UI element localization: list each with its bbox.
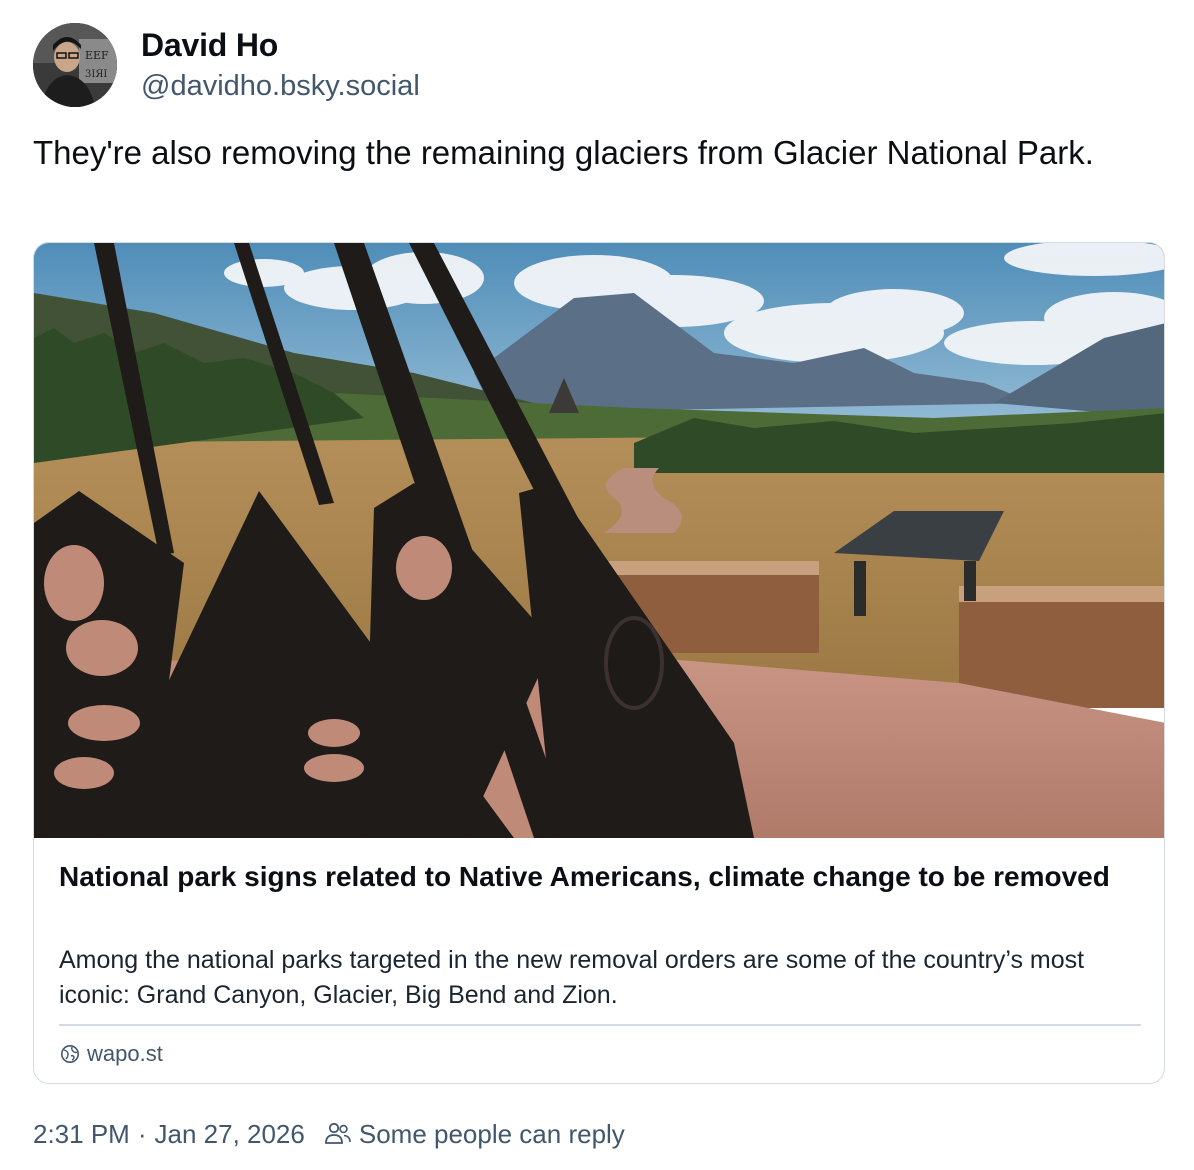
link-card-domain-text: wapo.st	[87, 1041, 163, 1066]
svg-text:EEF: EEF	[85, 49, 109, 62]
post: EEF 3IЯI David Ho @davidho.bsky.social T…	[0, 0, 1194, 1170]
people-icon	[323, 1119, 353, 1149]
post-meta: 2:31 PM · Jan 27, 2026 Some people can r…	[33, 1117, 625, 1151]
reply-setting[interactable]: Some people can reply	[359, 1119, 625, 1150]
post-time[interactable]: 2:31 PM	[33, 1119, 130, 1150]
meta-separator: ·	[137, 1118, 147, 1149]
link-card-domain[interactable]: wapo.st	[60, 1041, 163, 1067]
globe-icon	[60, 1044, 80, 1064]
post-date[interactable]: Jan 27, 2026	[155, 1119, 305, 1150]
svg-text:3IЯI: 3IЯI	[85, 69, 107, 80]
avatar-image: EEF 3IЯI	[33, 23, 117, 107]
link-card-title[interactable]: National park signs related to Native Am…	[59, 857, 1139, 897]
post-text: They're also removing the remaining glac…	[33, 134, 1094, 171]
link-card-image	[34, 243, 1164, 838]
author-handle[interactable]: @davidho.bsky.social	[141, 70, 420, 103]
author-name[interactable]: David Ho	[141, 27, 278, 64]
link-card[interactable]: National park signs related to Native Am…	[33, 242, 1165, 1084]
link-card-description: Among the national parks targeted in the…	[59, 946, 1085, 1009]
avatar[interactable]: EEF 3IЯI	[33, 23, 117, 107]
link-card-divider	[59, 1024, 1141, 1026]
